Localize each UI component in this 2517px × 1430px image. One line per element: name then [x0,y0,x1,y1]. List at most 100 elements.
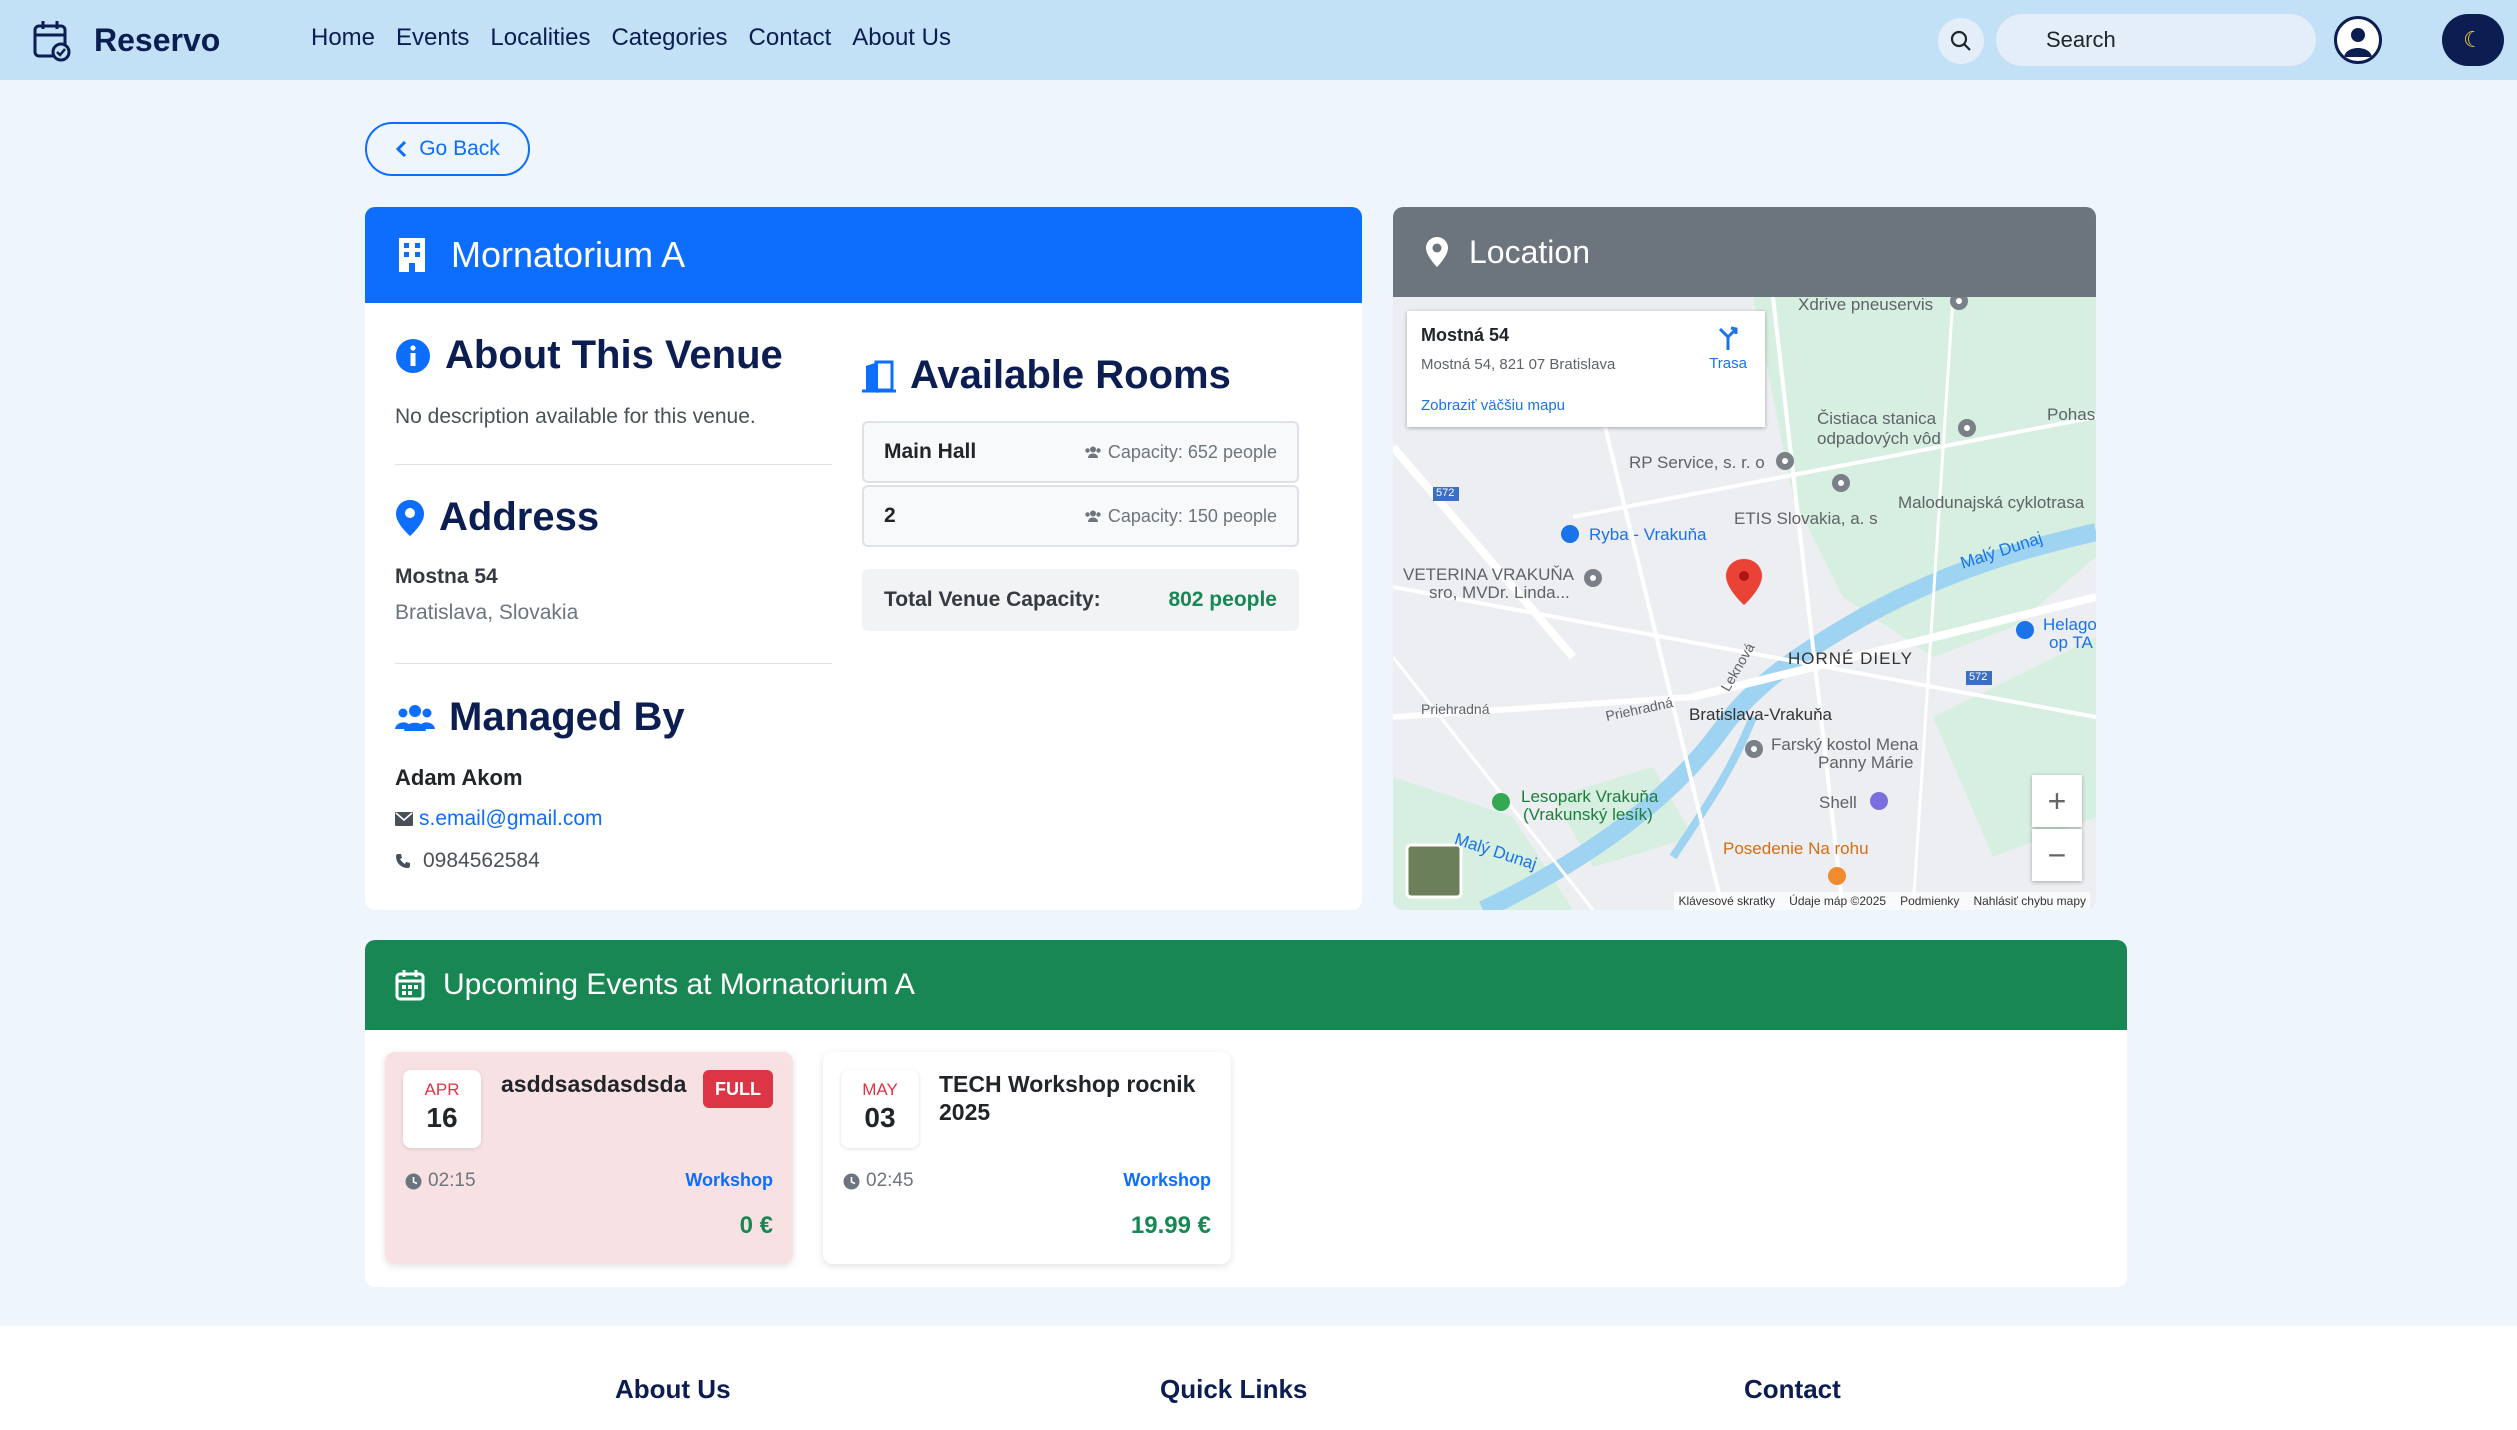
users-icon [1085,510,1101,522]
profile-button[interactable] [2334,16,2382,64]
clock-icon [843,1173,860,1189]
divider [395,663,832,664]
map-label: Panny Márie [1818,753,1914,772]
venue-header: Mornatorium A [365,207,1362,303]
clock-icon [405,1173,422,1189]
venue-description: No description available for this venue. [395,405,756,428]
envelope-icon [395,812,413,826]
address-city: Bratislava, Slovakia [395,601,579,624]
event-price: 0 € [739,1212,773,1239]
footer-contact-heading: Contact [1744,1374,1841,1404]
nav-events[interactable]: Events [396,24,469,52]
map[interactable]: Mostná 54 Mostná 54, 821 07 Bratislava Z… [1393,297,2096,910]
total-capacity-value: 802 people [1168,588,1277,611]
location-title: Location [1469,233,1590,270]
navbar: Reservo Home Events Localities Categorie… [0,0,2517,80]
room-name: Main Hall [884,440,977,463]
map-label: Čistiaca stanica [1817,409,1937,428]
search-input[interactable] [1996,14,2316,66]
event-date: MAY 03 [841,1070,919,1148]
event-month: APR [424,1080,460,1099]
room-name: 2 [884,504,896,527]
map-info-title: Mostná 54 [1421,325,1510,345]
map-label: VETERINA VRAKUŇA [1403,565,1574,584]
rooms-table: Main Hall Capacity: 652 people 2 Capacit… [862,421,1299,549]
events-card: Upcoming Events at Mornatorium A APR 16 … [365,940,2127,1287]
map-label: Priehradná [1421,701,1490,717]
total-capacity-label: Total Venue Capacity: [884,588,1101,611]
event-category[interactable]: Workshop [685,1170,773,1191]
event-title: TECH Workshop rocnik 2025 [939,1071,1196,1125]
manager-phone-row: 0984562584 [395,849,540,873]
map-label: 572 [1969,671,1988,683]
manager-name: Adam Akom [395,765,523,790]
map-label: sro, MVDr. Linda... [1429,583,1570,602]
brand-name: Reservo [94,21,221,58]
nav-localities[interactable]: Localities [490,24,590,52]
event-card[interactable]: MAY 03 TECH Workshop rocnik 2025 02:45 W… [823,1052,1231,1264]
map-label: (Vrakunský lesík) [1523,805,1653,824]
directions-button[interactable]: Trasa [1709,325,1747,372]
divider [395,464,832,465]
manager-phone: 0984562584 [423,849,540,872]
room-row: 2 Capacity: 150 people [862,485,1299,547]
users-icon [395,704,435,731]
room-capacity-text: Capacity: 150 people [1107,505,1277,526]
zoom-out-button[interactable]: − [2032,829,2082,881]
managed-by-title: Managed By [449,695,685,739]
map-footer-terms[interactable]: Podmienky [1900,894,1959,908]
go-back-label: Go Back [419,137,500,160]
go-back-button[interactable]: Go Back [365,122,530,176]
directions-label: Trasa [1709,355,1747,372]
event-card[interactable]: APR 16 asddsasdasdsda FULL 02:15 Worksho… [385,1052,793,1264]
nav-categories[interactable]: Categories [611,24,727,52]
event-category[interactable]: Workshop [1123,1170,1211,1191]
map-label: ETIS Slovakia, a. s [1734,509,1878,528]
event-month: MAY [862,1080,898,1099]
location-card: Location Mostná 54 Mostná 54, 821 07 Bra… [1393,207,2096,910]
rooms-title: Available Rooms [910,353,1231,397]
map-label: Farský kostol Mena [1771,735,1919,754]
manager-email-row: s.email@gmail.com [395,807,603,831]
managed-by-heading: Managed By [395,695,685,740]
map-label: Xdrive pneuservis [1798,297,1934,314]
minus-icon: − [2047,836,2067,873]
event-date: APR 16 [403,1070,481,1148]
moon-icon: ☾ [2463,27,2483,52]
brand[interactable]: Reservo [32,18,220,62]
directions-icon [1719,326,1738,350]
phone-icon [396,854,410,868]
map-pin-icon [396,499,424,536]
nav-home[interactable]: Home [311,24,375,52]
manager-email-link[interactable]: s.email@gmail.com [419,807,603,831]
theme-toggle[interactable]: ☾ [2442,14,2504,66]
room-capacity-text: Capacity: 652 people [1107,441,1277,462]
nav-contact[interactable]: Contact [749,24,832,52]
nav-about-us[interactable]: About Us [852,24,951,52]
map-label: Ryba - Vrakuňa [1589,525,1707,544]
event-time-text: 02:15 [428,1170,476,1191]
map-label: odpadových vôd [1817,429,1941,448]
room-row: Main Hall Capacity: 652 people [862,421,1299,483]
map-label: Pohas [2047,405,2096,424]
venue-card: Mornatorium A About This Venue No descri… [365,207,1362,910]
calendar-check-icon [33,21,71,62]
map-footer-shortcuts[interactable]: Klávesové skratky [1678,894,1775,908]
map-label: RP Service, s. r. o [1629,453,1765,472]
full-badge: FULL [703,1070,773,1108]
map-larger-link[interactable]: Zobraziť väčšiu mapu [1421,397,1751,414]
rooms-heading: Available Rooms [862,353,1231,398]
building-icon [399,238,425,272]
map-label: Posedenie Na rohu [1723,839,1869,858]
plus-icon: + [2047,782,2067,819]
users-icon [1085,446,1101,458]
map-footer-report[interactable]: Nahlásiť chybu mapy [1973,894,2086,908]
nav-links: Home Events Localities Categories Contac… [311,24,951,52]
zoom-in-button[interactable]: + [2032,775,2082,827]
event-day: 03 [864,1102,896,1133]
about-venue-heading: About This Venue [395,333,783,378]
event-title: asddsasdasdsda [501,1071,687,1097]
search-button[interactable] [1938,18,1984,64]
footer-about-heading: About Us [615,1374,731,1404]
chevron-left-icon [396,140,407,158]
